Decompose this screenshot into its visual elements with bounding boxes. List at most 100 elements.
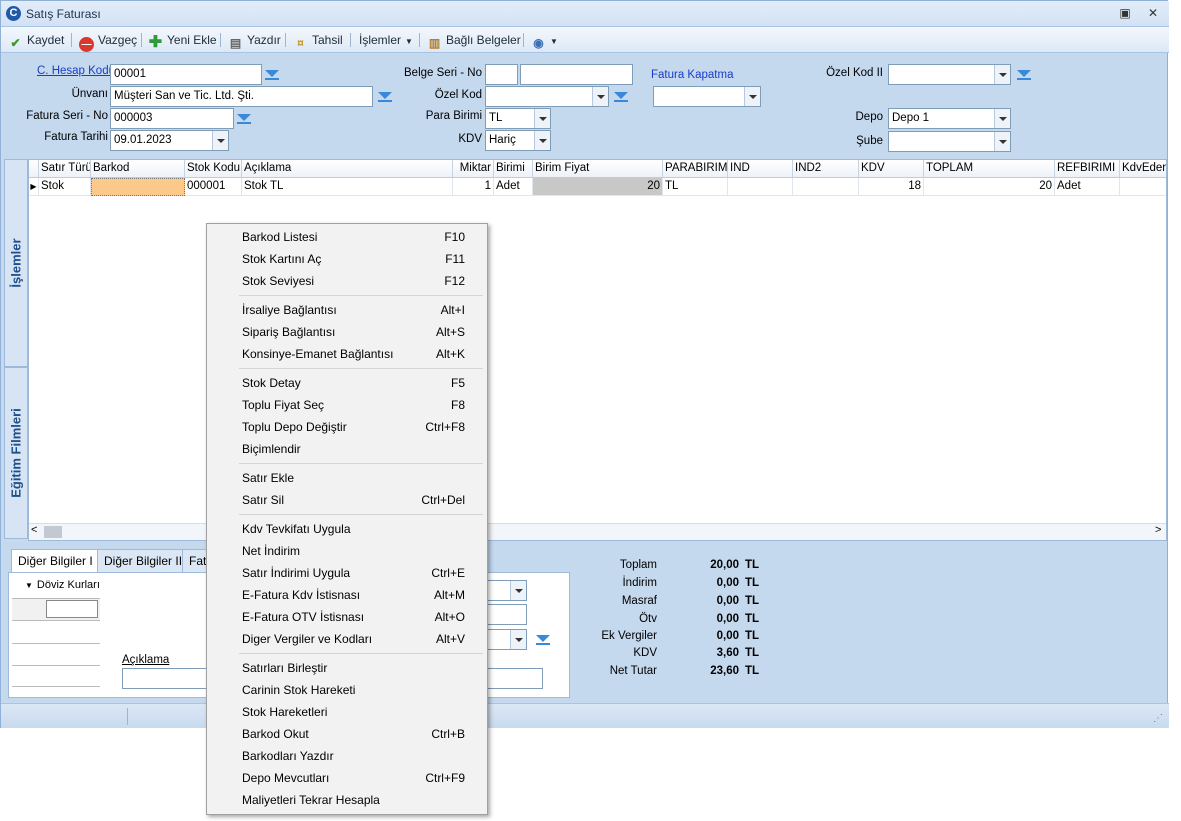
side-tab-operations[interactable]: İşlemler <box>4 159 28 367</box>
linked-docs-button[interactable]: ▥ Bağlı Belgeler <box>427 31 521 50</box>
branch-field[interactable] <box>888 131 1011 152</box>
title-field[interactable]: Müşteri San ve Tic. Ltd. Şti. <box>110 86 373 107</box>
menu-item-consignment-link[interactable]: Konsinye-Emanet Bağlantısı Alt+K <box>209 343 485 365</box>
branch-dropdown-button[interactable] <box>994 132 1010 151</box>
cell-ref-unit[interactable]: Adet <box>1055 178 1120 196</box>
special-code-field[interactable] <box>485 86 609 107</box>
cell-ind[interactable] <box>728 178 793 196</box>
menu-item-open-stock-card[interactable]: Stok Kartını Aç F11 <box>209 248 485 270</box>
filter-icon[interactable] <box>265 70 279 80</box>
column-header[interactable]: Satır Türü <box>39 160 91 178</box>
filter-icon[interactable] <box>237 114 251 124</box>
doc-number-field[interactable] <box>520 64 633 85</box>
description-field[interactable] <box>122 668 214 689</box>
menu-item-stock-level[interactable]: Stok Seviyesi F12 <box>209 270 485 292</box>
filter-icon[interactable] <box>536 635 550 645</box>
menu-item-scan-barcode[interactable]: Barkod Okut Ctrl+B <box>209 723 485 745</box>
special-code-dropdown-button[interactable] <box>592 87 608 106</box>
menu-item-stock-detail[interactable]: Stok Detay F5 <box>209 372 485 394</box>
menu-item-bulk-price-select[interactable]: Toplu Fiyat Seç F8 <box>209 394 485 416</box>
menu-item-einvoice-vat-exemption[interactable]: E-Fatura Kdv İstisnası Alt+M <box>209 584 485 606</box>
menu-item-other-taxes[interactable]: Diger Vergiler ve Kodları Alt+V <box>209 628 485 650</box>
special-code2-dropdown-button[interactable] <box>994 65 1010 84</box>
menu-item-warehouse-stocks[interactable]: Depo Mevcutları Ctrl+F9 <box>209 767 485 789</box>
dropdown-button[interactable] <box>510 630 526 649</box>
cell-type[interactable]: Stok <box>39 178 91 196</box>
hidden-dropdown-field[interactable] <box>487 629 527 650</box>
invoice-date-field[interactable]: 09.01.2023 <box>110 130 229 151</box>
new-button[interactable]: ✚ Yeni Ekle <box>148 31 217 51</box>
cell-barcode[interactable] <box>91 178 185 196</box>
column-header[interactable]: Stok Kodu <box>185 160 242 178</box>
cell-stock-code[interactable]: 000001 <box>185 178 242 196</box>
warehouse-field[interactable]: Depo 1 <box>888 108 1011 129</box>
cell-total[interactable]: 20 <box>924 178 1055 196</box>
menu-item-order-link[interactable]: Sipariş Bağlantısı Alt+S <box>209 321 485 343</box>
currency-dropdown-button[interactable] <box>534 109 550 128</box>
menu-item-print-barcodes[interactable]: Barkodları Yazdır <box>209 745 485 767</box>
vat-dropdown-button[interactable] <box>534 131 550 150</box>
resize-grip-icon[interactable]: ⋰ <box>1153 713 1163 724</box>
menu-item-format[interactable]: Biçimlendir <box>209 438 485 460</box>
menu-item-bulk-warehouse-change[interactable]: Toplu Depo Değiştir Ctrl+F8 <box>209 416 485 438</box>
restore-icon[interactable]: ▣ <box>1117 6 1133 20</box>
close-icon[interactable]: ✕ <box>1145 6 1161 20</box>
filter-icon[interactable] <box>378 92 392 102</box>
menu-item-account-stock-movement[interactable]: Carinin Stok Hareketi <box>209 679 485 701</box>
menu-item-add-row[interactable]: Satır Ekle <box>209 467 485 489</box>
hidden-text-field[interactable] <box>487 604 527 625</box>
scroll-thumb[interactable] <box>44 526 62 538</box>
dropdown-button[interactable] <box>510 581 526 600</box>
column-header[interactable]: KdvEderiT <box>1120 160 1166 178</box>
column-header[interactable]: IND <box>728 160 793 178</box>
cell-ind2[interactable] <box>793 178 859 196</box>
column-header[interactable]: Miktar <box>453 160 494 178</box>
filter-icon[interactable] <box>1017 70 1031 80</box>
menu-item-merge-rows[interactable]: Satırları Birleştir <box>209 657 485 679</box>
menu-item-delete-row[interactable]: Satır Sil Ctrl+Del <box>209 489 485 511</box>
menu-item-row-discount[interactable]: Satır İndirimi Uygula Ctrl+E <box>209 562 485 584</box>
column-header[interactable]: Birim Fiyat <box>533 160 663 178</box>
horizontal-scrollbar[interactable]: < > <box>29 523 1166 540</box>
cell-unit[interactable]: Adet <box>494 178 533 196</box>
tab-other-info-1[interactable]: Diğer Bilgiler I <box>11 549 100 573</box>
filter-icon[interactable] <box>614 92 628 102</box>
currency-field[interactable]: TL <box>485 108 551 129</box>
column-header[interactable]: KDV <box>859 160 924 178</box>
currency-rates-header[interactable]: ▼ Döviz Kurları <box>25 579 100 591</box>
column-header[interactable]: REFBIRIMI <box>1055 160 1120 178</box>
cell-quantity[interactable]: 1 <box>453 178 494 196</box>
tab-other-info-2[interactable]: Diğer Bilgiler II <box>97 549 190 573</box>
menu-item-recalculate-costs[interactable]: Maliyetleri Tekrar Hesapla <box>209 789 485 811</box>
menu-item-vat-withholding[interactable]: Kdv Tevkifatı Uygula <box>209 518 485 540</box>
column-header[interactable]: Açıklama <box>242 160 453 178</box>
save-button[interactable]: ✔ Kaydet <box>8 31 64 50</box>
column-header[interactable]: PARABIRIMI <box>663 160 728 178</box>
menu-item-einvoice-otv-exemption[interactable]: E-Fatura OTV İstisnası Alt+O <box>209 606 485 628</box>
column-header[interactable]: TOPLAM <box>924 160 1055 178</box>
cell-unit-price[interactable]: 20 <box>533 178 663 196</box>
cancel-button[interactable]: — Vazgeç <box>79 31 137 52</box>
hidden-dropdown-field[interactable] <box>487 580 527 601</box>
scroll-right-icon[interactable]: > <box>1155 524 1161 536</box>
warehouse-dropdown-button[interactable] <box>994 109 1010 128</box>
column-header[interactable]: Birimi <box>494 160 533 178</box>
column-header[interactable]: Barkod <box>91 160 185 178</box>
invoice-close-dropdown-button[interactable] <box>744 87 760 106</box>
column-header[interactable]: IND2 <box>793 160 859 178</box>
print-button[interactable]: ▤ Yazdır <box>228 31 281 50</box>
date-dropdown-button[interactable] <box>212 131 228 150</box>
cell-currency[interactable]: TL <box>663 178 728 196</box>
invoice-close-field[interactable] <box>653 86 761 107</box>
menu-item-stock-movements[interactable]: Stok Hareketleri <box>209 701 485 723</box>
vat-field[interactable]: Hariç <box>485 130 551 151</box>
menu-item-waybill-link[interactable]: İrsaliye Bağlantısı Alt+I <box>209 299 485 321</box>
help-menu[interactable]: ◉ ▼ <box>531 31 558 50</box>
side-tab-training[interactable]: Eğitim Filmleri <box>4 367 28 539</box>
rate-input[interactable] <box>46 600 98 618</box>
actions-menu[interactable]: İşlemler ▼ <box>359 31 413 49</box>
invoice-close-label[interactable]: Fatura Kapatma <box>651 69 733 81</box>
doc-series-field[interactable] <box>485 64 518 85</box>
special-code2-field[interactable] <box>888 64 1011 85</box>
hidden-text-field[interactable] <box>487 668 543 689</box>
